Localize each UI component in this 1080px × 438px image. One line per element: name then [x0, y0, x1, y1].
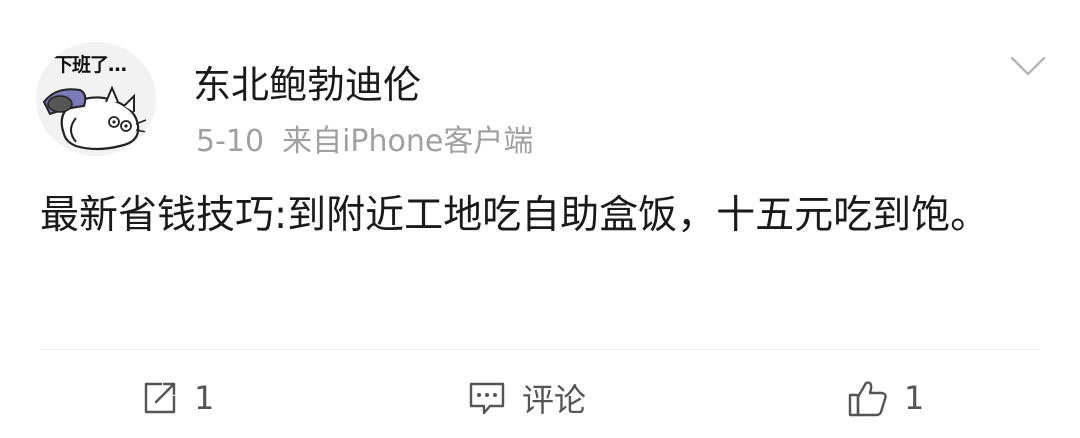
avatar[interactable]: 下班了… [36, 42, 156, 156]
post-meta: 5-10 来自iPhone客户端 [196, 116, 533, 160]
repost-icon [144, 382, 176, 414]
repost-count: 1 [194, 379, 215, 417]
comment-label: 评论 [522, 381, 587, 419]
avatar-caption: 下班了… [54, 54, 127, 76]
chevron-down-icon[interactable] [1008, 52, 1048, 82]
thumbs-up-icon [848, 381, 887, 417]
post-content: 最新省钱技巧:到附近工地吃自助盒饭，十五元吃到饱。 [40, 193, 990, 238]
username[interactable]: 东北鲍勃迪伦 [193, 54, 421, 109]
comment-icon [469, 382, 505, 415]
post-source: 来自iPhone客户端 [282, 124, 534, 159]
repost-button[interactable]: 1 [140, 368, 214, 428]
divider [40, 349, 1040, 350]
post-date: 5-10 [196, 124, 265, 159]
like-count: 1 [904, 379, 925, 417]
like-button[interactable]: 1 [846, 368, 924, 428]
weibo-post: 下班了… 东北鲍勃迪伦 5-10 来自iPhone客户端 最新省钱技巧:到附近工地… [0, 0, 1080, 438]
comment-button[interactable]: 评论 [466, 368, 586, 428]
